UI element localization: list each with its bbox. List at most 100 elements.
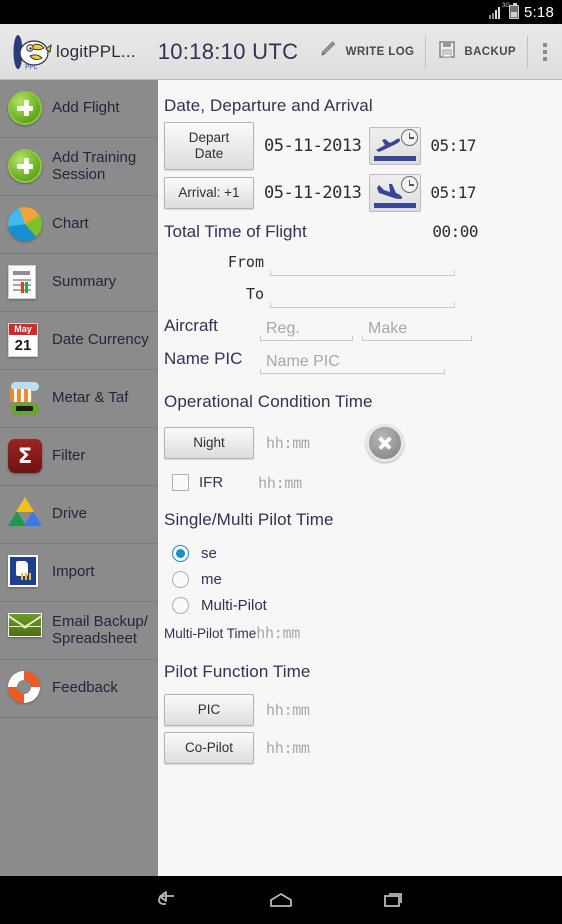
- radio-se[interactable]: [172, 544, 189, 562]
- sidebar-item-label: Drive: [52, 505, 88, 523]
- copilot-time-input[interactable]: hh:mm: [266, 739, 310, 757]
- action-bar: PPL logitPPL... 10:18:10 UTC WRITE LOG B…: [0, 24, 562, 80]
- total-time-label: Total Time of Flight: [164, 221, 307, 241]
- sidebar-item-label: Chart: [52, 215, 89, 233]
- sidebar-item-chart[interactable]: Chart: [0, 196, 158, 254]
- aircraft-reg-placeholder: Reg.: [266, 319, 300, 337]
- radio-row-multi-pilot[interactable]: Multi-Pilot: [158, 596, 562, 614]
- sidebar-item-metar-taf[interactable]: Metar & Taf: [0, 370, 158, 428]
- ifr-label: IFR: [199, 474, 224, 492]
- floppy-disk-icon: [437, 38, 457, 65]
- depart-time-value: 05:17: [430, 136, 477, 156]
- windsock-icon: [8, 381, 44, 417]
- aircraft-make-placeholder: Make: [368, 319, 408, 337]
- ifr-checkbox[interactable]: [172, 474, 189, 492]
- navigation-bar: [0, 876, 562, 924]
- total-time-row: Total Time of Flight 00:00: [158, 216, 562, 244]
- sidebar-item-import[interactable]: Import: [0, 544, 158, 602]
- calendar-month: May: [9, 323, 37, 335]
- sidebar-item-email-backup[interactable]: Email Backup/ Spreadsheet: [0, 602, 158, 660]
- sidebar-item-label: Add Flight: [52, 99, 120, 117]
- radio-row-se[interactable]: se: [158, 544, 562, 562]
- section-title-date: Date, Departure and Arrival: [164, 96, 373, 115]
- write-log-button[interactable]: WRITE LOG: [306, 24, 426, 79]
- night-time-input[interactable]: hh:mm: [266, 434, 310, 452]
- sidebar-item-label: Summary: [52, 273, 117, 291]
- name-pic-input[interactable]: Name PIC: [260, 350, 445, 374]
- radio-multi-pilot[interactable]: [172, 596, 189, 614]
- copilot-button[interactable]: Co-Pilot: [164, 731, 254, 764]
- name-pic-placeholder: Name PIC: [266, 352, 340, 370]
- sidebar-item-add-training-session[interactable]: Add Training Session: [0, 138, 158, 196]
- to-row: To: [158, 284, 562, 308]
- multi-pilot-time-label: Multi-Pilot Time: [164, 625, 257, 641]
- name-pic-label: Name PIC: [164, 348, 243, 368]
- to-label: To: [245, 284, 264, 303]
- app-logo-icon[interactable]: PPL: [6, 30, 54, 74]
- backup-button[interactable]: BACKUP: [426, 24, 527, 79]
- envelope-icon: [8, 612, 44, 649]
- aircraft-make-input[interactable]: Make: [362, 317, 472, 341]
- document-icon: [8, 264, 44, 301]
- multi-pilot-time-input[interactable]: hh:mm: [256, 624, 300, 642]
- plus-circle-icon: [8, 148, 44, 185]
- aircraft-reg-input[interactable]: Reg.: [260, 317, 353, 341]
- svg-text:PPL: PPL: [25, 63, 37, 71]
- body-row: Add Flight Add Training Session Chart Su…: [0, 80, 562, 876]
- depart-date-button[interactable]: Depart Date: [164, 122, 254, 170]
- signal-bars-icon: 3G: [489, 3, 510, 19]
- device-screen: 3G 5:18 PPL logitPPL... 10:18:10 UTC WRI…: [0, 0, 562, 924]
- sidebar-item-label: Feedback: [52, 679, 118, 697]
- radio-me-label: me: [201, 570, 222, 588]
- sidebar-item-date-currency[interactable]: May 21 Date Currency: [0, 312, 158, 370]
- backup-label: BACKUP: [464, 45, 516, 58]
- pie-chart-icon: [8, 206, 44, 243]
- write-log-label: WRITE LOG: [345, 45, 415, 58]
- section-title-pilot: Single/Multi Pilot Time: [164, 509, 334, 529]
- utc-clock: 10:18:10 UTC: [157, 38, 299, 64]
- import-icon: [8, 554, 44, 591]
- plane-takeoff-clock-icon[interactable]: [369, 126, 422, 165]
- overflow-menu-icon[interactable]: [528, 24, 562, 79]
- sidebar-item-label: Filter: [52, 447, 86, 465]
- back-icon[interactable]: [145, 885, 189, 915]
- battery-icon: [509, 3, 519, 19]
- night-button[interactable]: Night: [164, 426, 254, 459]
- radio-me[interactable]: [172, 570, 189, 588]
- total-time-value: 00:00: [432, 221, 478, 241]
- sidebar-item-filter[interactable]: Σ Filter: [0, 428, 158, 486]
- pic-time-input[interactable]: hh:mm: [266, 701, 310, 719]
- pic-row: PIC hh:mm: [158, 693, 562, 726]
- sidebar-item-label: Email Backup/ Spreadsheet: [52, 612, 148, 647]
- arrival-row: Arrival: +1 05-11-2013 05:17: [158, 173, 562, 212]
- sidebar-item-add-flight[interactable]: Add Flight: [0, 80, 158, 138]
- recents-icon[interactable]: [373, 885, 417, 915]
- to-input[interactable]: [270, 284, 455, 308]
- name-pic-row: Name PIC Name PIC: [158, 349, 562, 374]
- status-bar-clock: 5:18: [524, 3, 554, 21]
- status-bar: 3G 5:18: [0, 0, 562, 24]
- ifr-row: IFR hh:mm: [158, 474, 562, 492]
- ifr-time-input[interactable]: hh:mm: [258, 474, 302, 492]
- status-bar-right: 3G 5:18: [489, 3, 554, 21]
- pic-button[interactable]: PIC: [164, 693, 254, 726]
- main-content: Date, Departure and Arrival Depart Date …: [158, 80, 562, 876]
- from-input[interactable]: [270, 252, 455, 276]
- sigma-filter-icon: Σ: [8, 438, 44, 475]
- sidebar-item-summary[interactable]: Summary: [0, 254, 158, 312]
- plane-landing-clock-icon[interactable]: [369, 173, 422, 212]
- home-icon[interactable]: [259, 885, 303, 915]
- depart-row: Depart Date 05-11-2013 05:17: [158, 122, 562, 170]
- action-bar-actions: WRITE LOG BACKUP: [306, 24, 562, 79]
- sidebar-item-label: Metar & Taf: [52, 389, 129, 407]
- multi-pilot-time-row: Multi-Pilot Time hh:mm: [158, 624, 562, 642]
- radio-row-me[interactable]: me: [158, 570, 562, 588]
- section-title-function: Pilot Function Time: [164, 661, 311, 681]
- arrival-date-button[interactable]: Arrival: +1: [164, 176, 254, 209]
- radio-multi-pilot-label: Multi-Pilot: [201, 596, 267, 614]
- clear-circle-x-icon[interactable]: [365, 423, 404, 462]
- sidebar-item-feedback[interactable]: Feedback: [0, 660, 158, 718]
- sidebar-item-label: Add Training Session: [52, 148, 137, 183]
- sidebar-item-drive[interactable]: Drive: [0, 486, 158, 544]
- app-title: logitPPL...: [56, 41, 136, 61]
